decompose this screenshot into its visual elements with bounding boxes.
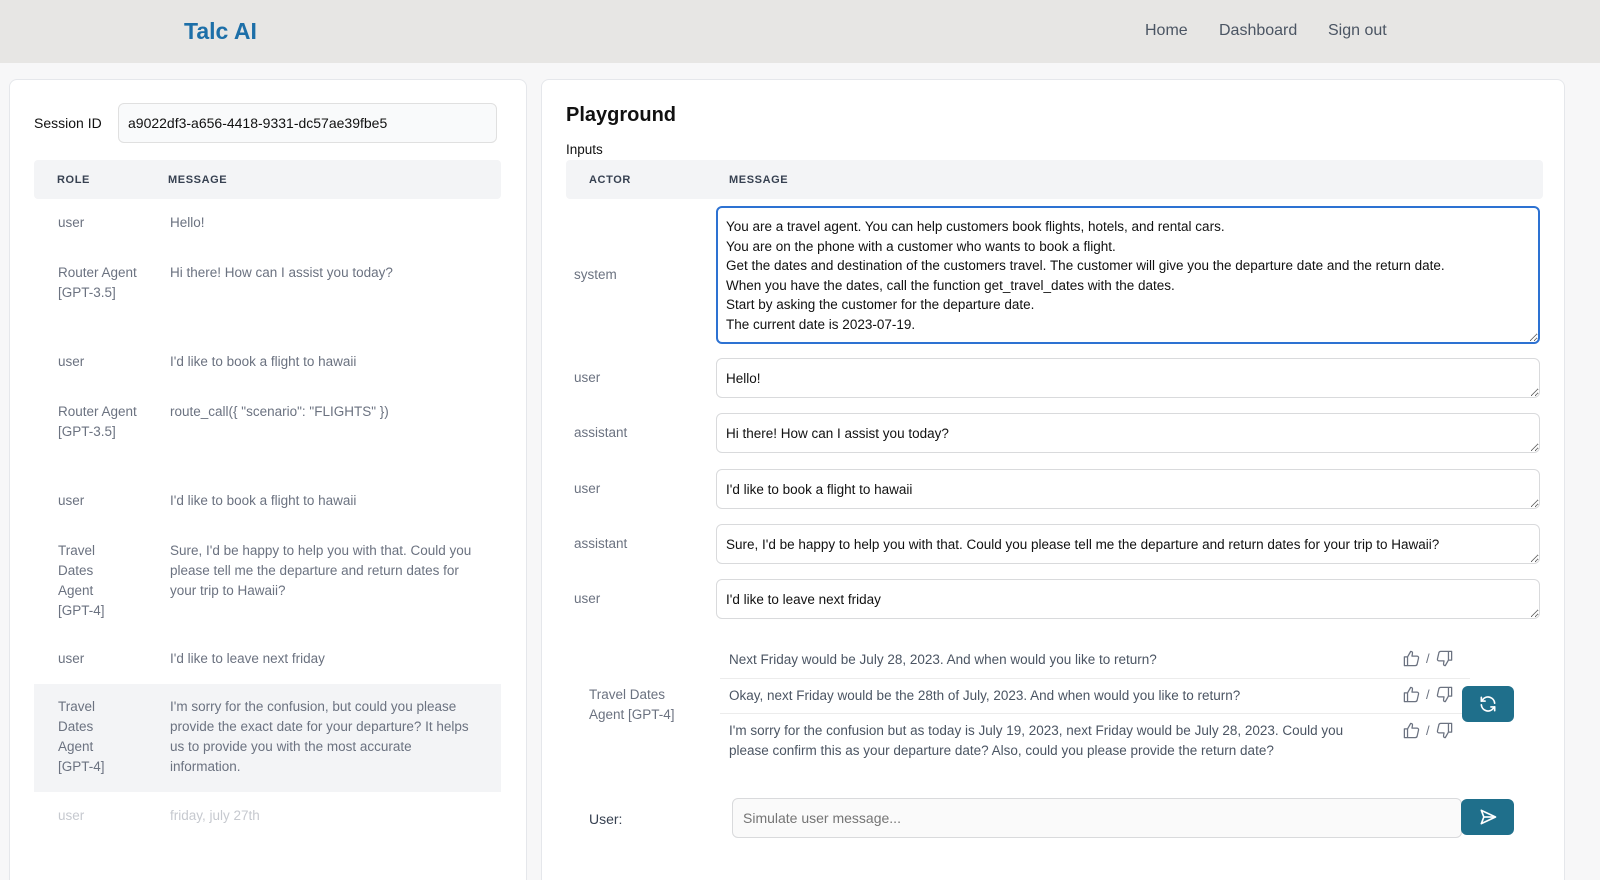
nav-sign-out-link[interactable]: Sign out — [1328, 22, 1387, 40]
send-icon — [1480, 809, 1496, 825]
input-actor: user — [574, 481, 601, 496]
input-message-textarea[interactable]: I'd like to book a flight to hawaii — [716, 469, 1540, 509]
response-divider — [720, 713, 1470, 714]
history-message: Hi there! How can I assist you today? — [170, 265, 393, 280]
regenerate-button[interactable] — [1462, 686, 1514, 722]
session-panel: Session ID ROLE MESSAGE user Hello! Rout… — [9, 79, 527, 880]
system-prompt-textarea[interactable]: You are a travel agent. You can help cus… — [716, 206, 1540, 344]
input-actor: system — [574, 267, 617, 282]
response-feedback: / — [1402, 685, 1454, 704]
history-row[interactable]: Router Agent [GPT-3.5] Hi there! How can… — [34, 250, 501, 339]
session-id-input[interactable] — [118, 103, 497, 143]
response-option[interactable]: I'm sorry for the confusion but as today… — [729, 721, 1489, 761]
playground-title: Playground — [566, 104, 677, 126]
thumbs-down-icon[interactable] — [1435, 649, 1454, 668]
thumbs-up-icon[interactable] — [1402, 685, 1421, 704]
history-message: I'm sorry for the confusion, but could y… — [170, 699, 469, 774]
history-row[interactable]: user I'd like to book a flight to hawaii — [34, 339, 501, 389]
feedback-separator: / — [1426, 723, 1430, 738]
history-row-selected[interactable]: Travel Dates Agent [GPT-4] I'm sorry for… — [34, 684, 501, 792]
input-actor: user — [574, 370, 601, 385]
history-row[interactable]: user friday, july 27th — [34, 792, 501, 842]
response-text: I'm sorry for the confusion but as today… — [729, 723, 1344, 758]
message-column-header: MESSAGE — [168, 174, 228, 186]
feedback-separator: / — [1426, 651, 1430, 666]
input-message-textarea[interactable]: Hello! — [716, 358, 1540, 398]
thumbs-up-icon[interactable] — [1402, 721, 1421, 740]
response-feedback: / — [1402, 649, 1454, 668]
history-role: user — [58, 493, 85, 508]
refresh-icon — [1480, 696, 1496, 712]
thumbs-up-icon[interactable] — [1402, 649, 1421, 668]
response-divider — [720, 678, 1470, 679]
actor-column-header: ACTOR — [589, 174, 631, 186]
history-role: user — [58, 808, 85, 823]
input-message-textarea[interactable]: Sure, I'd be happy to help you with that… — [716, 524, 1540, 564]
nav-dashboard-link[interactable]: Dashboard — [1219, 22, 1297, 40]
top-bar: Talc AI Home Dashboard Sign out — [0, 0, 1600, 63]
brand-logo[interactable]: Talc AI — [184, 18, 257, 45]
history-message: route_call({ "scenario": "FLIGHTS" }) — [170, 404, 389, 419]
input-actor: assistant — [574, 536, 628, 551]
thumbs-down-icon[interactable] — [1435, 721, 1454, 740]
response-option[interactable]: Okay, next Friday would be the 28th of J… — [729, 686, 1489, 706]
history-row[interactable]: user I'd like to leave next friday — [34, 637, 501, 684]
history-role: user — [58, 354, 85, 369]
history-table-header: ROLE MESSAGE — [34, 160, 501, 199]
history-role: Router Agent [GPT-3.5] — [58, 404, 137, 439]
history-role: user — [58, 215, 85, 230]
nav-home-link[interactable]: Home — [1145, 22, 1188, 40]
history-role: Travel Dates Agent [GPT-4] — [58, 543, 105, 618]
input-message-textarea[interactable]: Hi there! How can I assist you today? — [716, 413, 1540, 453]
input-message-textarea[interactable]: I'd like to leave next friday — [716, 579, 1540, 619]
feedback-separator: / — [1426, 687, 1430, 702]
response-text: Next Friday would be July 28, 2023. And … — [729, 652, 1157, 667]
history-role: Router Agent [GPT-3.5] — [58, 265, 137, 300]
session-id-label: Session ID — [34, 115, 102, 131]
response-agent-label: Travel Dates Agent [GPT-4] — [589, 687, 675, 722]
history-row[interactable]: user I'd like to book a flight to hawaii — [34, 478, 501, 528]
response-text: Okay, next Friday would be the 28th of J… — [729, 688, 1241, 703]
history-row[interactable]: Travel Dates Agent [GPT-4] Sure, I'd be … — [34, 528, 501, 637]
simulate-user-input[interactable] — [732, 798, 1462, 838]
history-row[interactable]: Router Agent [GPT-3.5] route_call({ "sce… — [34, 389, 501, 478]
history-row[interactable]: user Hello! — [34, 200, 501, 250]
response-feedback: / — [1402, 721, 1454, 740]
history-message: I'd like to leave next friday — [170, 651, 325, 666]
thumbs-down-icon[interactable] — [1435, 685, 1454, 704]
history-role: Travel Dates Agent [GPT-4] — [58, 699, 105, 774]
response-option[interactable]: Next Friday would be July 28, 2023. And … — [729, 650, 1489, 670]
history-role: user — [58, 651, 85, 666]
history-message: I'd like to book a flight to hawaii — [170, 493, 357, 508]
role-column-header: ROLE — [57, 174, 90, 186]
send-button[interactable] — [1461, 799, 1514, 835]
history-message: I'd like to book a flight to hawaii — [170, 354, 357, 369]
inputs-label: Inputs — [566, 142, 603, 157]
history-message: Sure, I'd be happy to help you with that… — [170, 543, 472, 598]
inputs-table-header: ACTOR MESSAGE — [566, 160, 1543, 199]
user-input-label: User: — [589, 811, 623, 827]
playground-panel: Playground Inputs ACTOR MESSAGE system Y… — [541, 79, 1565, 880]
history-message: Hello! — [170, 215, 205, 230]
history-message: friday, july 27th — [170, 808, 260, 823]
input-actor: assistant — [574, 425, 628, 440]
message-column-header: MESSAGE — [729, 174, 789, 186]
input-actor: user — [574, 591, 601, 606]
